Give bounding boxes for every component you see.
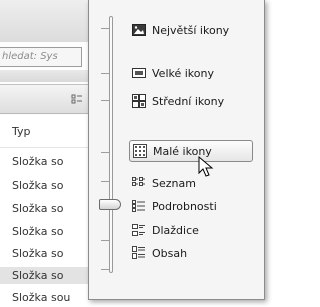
menu-item-label: Obsah <box>152 246 188 260</box>
list-icon <box>132 176 146 190</box>
slider-tick <box>101 28 109 29</box>
views-button[interactable] <box>70 93 88 107</box>
slider-tick <box>101 100 109 101</box>
menu-item-extra-large-icons[interactable]: Největší ikony <box>132 19 250 41</box>
slider-tick <box>101 152 109 153</box>
slider-tick <box>101 269 109 270</box>
slider-tick <box>101 181 109 182</box>
menu-item-label: Dlaždice <box>152 223 199 237</box>
small-icons-icon <box>133 144 147 158</box>
view-slider-thumb[interactable] <box>99 199 121 210</box>
menu-item-content[interactable]: Obsah <box>132 242 250 264</box>
menu-item-details[interactable]: Podrobnosti <box>132 195 250 217</box>
column-header-type[interactable]: Typ <box>12 125 31 138</box>
slider-tick <box>101 73 109 74</box>
menu-item-small-icons[interactable]: Malé ikony <box>129 140 253 162</box>
column-divider <box>0 147 90 148</box>
menu-item-medium-icons[interactable]: Střední ikony <box>132 90 250 112</box>
slider-tick <box>101 240 109 241</box>
large-icons-icon <box>132 66 146 80</box>
view-menu: Největší ikony Velké ikony Střední ikony <box>88 0 265 300</box>
menu-item-label: Seznam <box>152 176 196 190</box>
mouse-pointer-icon <box>198 155 216 178</box>
extra-large-icons-icon <box>132 23 146 37</box>
list-item-selected[interactable]: Složka so <box>0 267 90 284</box>
menu-item-tiles[interactable]: Dlaždice <box>132 219 250 241</box>
menu-item-label: Největší ikony <box>152 23 230 37</box>
menu-item-label: Střední ikony <box>152 94 225 108</box>
details-icon <box>132 199 146 213</box>
tiles-icon <box>132 223 146 237</box>
views-icon <box>71 94 82 104</box>
medium-icons-icon <box>132 94 146 108</box>
menu-item-large-icons[interactable]: Velké ikony <box>132 62 250 84</box>
search-input[interactable]: hledat: Sys <box>0 47 82 67</box>
menu-item-label: Podrobnosti <box>152 199 217 213</box>
menu-item-label: Velké ikony <box>152 66 214 80</box>
view-slider-track[interactable] <box>109 16 113 273</box>
content-icon <box>132 246 146 260</box>
menu-item-list[interactable]: Seznam <box>132 172 250 194</box>
